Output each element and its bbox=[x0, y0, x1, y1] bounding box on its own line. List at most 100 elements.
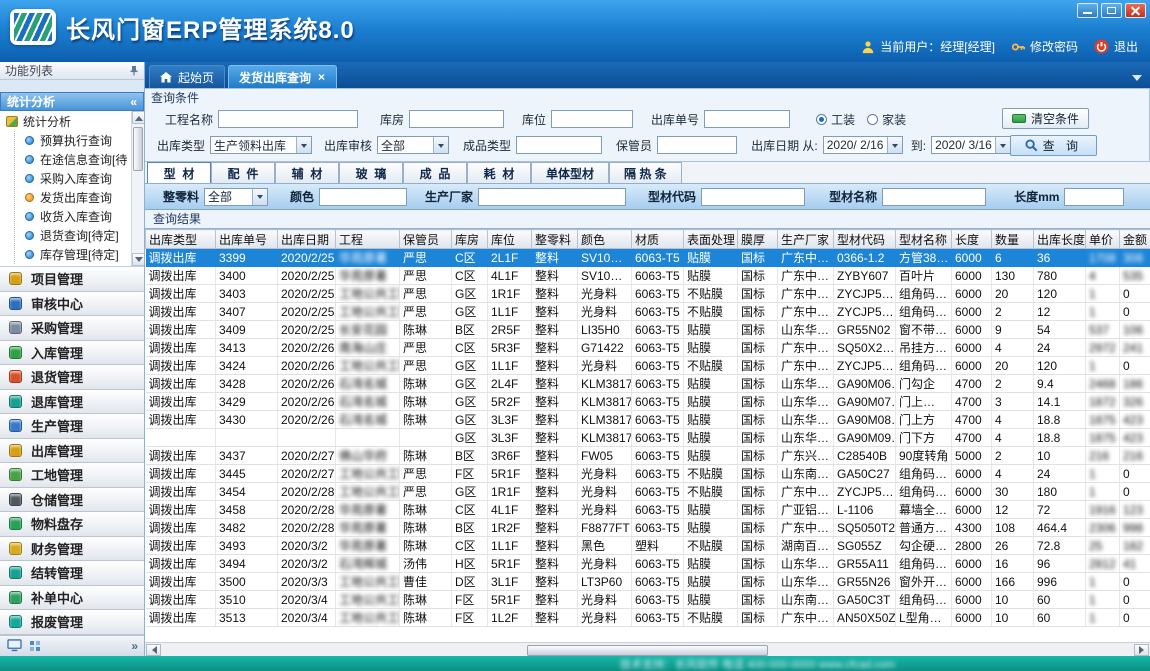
warehouse-input[interactable] bbox=[409, 110, 504, 128]
accordion-item[interactable]: 审核中心 bbox=[0, 292, 144, 317]
accordion-item[interactable]: 工地管理 bbox=[0, 463, 144, 488]
column-header[interactable]: 数量 bbox=[992, 230, 1034, 249]
table-row[interactable]: 调拨出库34002020/2/25华苑原著严思C区4L1F整料SV10…6063… bbox=[146, 267, 1150, 285]
column-header[interactable]: 库位 bbox=[488, 230, 532, 249]
accordion-item[interactable]: 报废管理 bbox=[0, 610, 144, 635]
table-row[interactable]: 调拨出库34302020/2/26石湾名城陈琳G区3L3F整料KLM381760… bbox=[146, 411, 1150, 429]
table-row[interactable]: 调拨出库34372020/2/27佛山华府陈琳B区3R6F整料FW056063-… bbox=[146, 447, 1150, 465]
tree-item[interactable]: 采购入库查询 bbox=[15, 169, 144, 188]
tree-item[interactable]: 收货入库查询 bbox=[15, 207, 144, 226]
scroll-up-icon[interactable] bbox=[132, 111, 144, 124]
material-tab[interactable]: 配 件 bbox=[211, 162, 275, 183]
accordion-item[interactable]: 补单中心 bbox=[0, 586, 144, 611]
table-row[interactable]: 调拨出库34242020/2/26工地公共工程严思G区1L1F整料光身料6063… bbox=[146, 357, 1150, 375]
radio-industrial[interactable]: 工装 bbox=[816, 111, 855, 128]
table-row[interactable]: 调拨出库35132020/3/4工地公共工程陈琳F区1L2F整料光身料6063-… bbox=[146, 609, 1150, 627]
tree-scrollbar[interactable] bbox=[131, 111, 144, 266]
project-name-input[interactable] bbox=[218, 110, 358, 128]
table-row[interactable]: 调拨出库34932020/3/2华苑原著陈琳C区1L1F整料黑色塑料不贴膜国标湖… bbox=[146, 537, 1150, 555]
tab-close-icon[interactable]: × bbox=[317, 71, 326, 83]
table-row[interactable]: 调拨出库35002020/3/3工地公共工程曹佳D区3L1F整料LT3P6060… bbox=[146, 573, 1150, 591]
outbound-type-select[interactable]: 生产领料出库 bbox=[210, 136, 312, 154]
pin-icon[interactable] bbox=[129, 65, 139, 76]
table-row[interactable]: 调拨出库35102020/3/4工地公共工程陈琳F区5R1F整料光身料6063-… bbox=[146, 591, 1150, 609]
tab-shipment-outbound-query[interactable]: 发货出库查询 × bbox=[228, 65, 337, 88]
tree-item[interactable]: 退货查询[待定] bbox=[15, 226, 144, 245]
column-header[interactable]: 工程 bbox=[336, 230, 400, 249]
location-input[interactable] bbox=[551, 110, 633, 128]
maximize-button[interactable] bbox=[1101, 3, 1122, 18]
query-button[interactable]: 查 询 bbox=[1010, 135, 1097, 156]
whole-part-select[interactable]: 全部 bbox=[204, 188, 268, 206]
profile-code-input[interactable] bbox=[701, 188, 805, 206]
table-row[interactable]: 调拨出库34292020/2/26石湾名城陈琳G区5R2F整料KLM381760… bbox=[146, 393, 1150, 411]
accordion-item[interactable]: 生产管理 bbox=[0, 414, 144, 439]
keeper-input[interactable] bbox=[657, 136, 737, 154]
table-row[interactable]: 调拨出库34132020/2/26南海山庄严思C区5R3F整料G71422606… bbox=[146, 339, 1150, 357]
material-tab[interactable]: 隔 热 条 bbox=[609, 162, 682, 183]
column-header[interactable]: 型材代码 bbox=[834, 230, 896, 249]
radio-home[interactable]: 家装 bbox=[867, 111, 906, 128]
accordion-item[interactable]: 仓储管理 bbox=[0, 488, 144, 513]
date-to-picker[interactable]: 2020/ 3/16 bbox=[931, 136, 1011, 154]
tree-item[interactable]: 预算执行查询 bbox=[15, 131, 144, 150]
clear-conditions-button[interactable]: 清空条件 bbox=[1002, 108, 1089, 129]
table-row[interactable]: 调拨出库34822020/2/28华苑原著陈琳B区1R2F整料F8877FT60… bbox=[146, 519, 1150, 537]
hscroll-thumb[interactable] bbox=[527, 645, 768, 656]
material-tab[interactable]: 辅 材 bbox=[275, 162, 339, 183]
tree-scrollbar-thumb[interactable] bbox=[133, 127, 143, 171]
column-header[interactable]: 出库日期 bbox=[278, 230, 336, 249]
tree-item[interactable]: 在途信息查询[待 bbox=[15, 150, 144, 169]
monitor-icon[interactable] bbox=[7, 639, 22, 652]
material-tab[interactable]: 型 材 bbox=[147, 162, 211, 183]
order-no-input[interactable] bbox=[704, 110, 790, 128]
column-header[interactable]: 生产厂家 bbox=[778, 230, 834, 249]
product-type-input[interactable] bbox=[516, 136, 602, 154]
table-row[interactable]: G区3L3F整料KLM38176063-T5贴膜国标山东华…GA90M09…门下… bbox=[146, 429, 1150, 447]
column-header[interactable]: 库房 bbox=[452, 230, 488, 249]
table-row[interactable]: 调拨出库34032020/2/25工地公共工程严思G区1R1F整料光身料6063… bbox=[146, 285, 1150, 303]
column-header[interactable]: 出库单号 bbox=[216, 230, 278, 249]
accordion-item[interactable]: 结转管理 bbox=[0, 561, 144, 586]
table-row[interactable]: 调拨出库34072020/2/25工地公共工程严思G区1L1F整料光身料6063… bbox=[146, 303, 1150, 321]
grid-icon[interactable] bbox=[29, 640, 41, 652]
column-header[interactable]: 出库长度 bbox=[1034, 230, 1086, 249]
material-tab[interactable]: 单体型材 bbox=[531, 162, 609, 183]
table-row[interactable]: 调拨出库34542020/2/28工地公共工程严思G区1R1F整料光身料6063… bbox=[146, 483, 1150, 501]
horizontal-scrollbar[interactable] bbox=[145, 642, 1150, 656]
logout-button[interactable]: 退出 bbox=[1094, 38, 1138, 55]
scroll-down-icon[interactable] bbox=[132, 253, 144, 266]
table-row[interactable]: 调拨出库34282020/2/26石湾名城陈琳G区2L4F整料KLM381760… bbox=[146, 375, 1150, 393]
table-row[interactable]: 调拨出库34092020/2/25长安花园陈琳B区2R5F整料LI35H0606… bbox=[146, 321, 1150, 339]
scroll-left-icon[interactable] bbox=[146, 644, 161, 656]
table-row[interactable]: 调拨出库34942020/3/2石湾辉城汤伟H区5R1F整料光身料6063-T5… bbox=[146, 555, 1150, 573]
accordion-item[interactable]: 出库管理 bbox=[0, 439, 144, 464]
minimize-button[interactable] bbox=[1077, 3, 1098, 18]
accordion-item[interactable]: 项目管理 bbox=[0, 267, 144, 292]
close-button[interactable] bbox=[1125, 3, 1146, 18]
accordion-item[interactable]: 入库管理 bbox=[0, 341, 144, 366]
table-row[interactable]: 调拨出库33992020/2/25华苑原著严思C区2L1F整料SV10…6063… bbox=[146, 249, 1150, 267]
table-row[interactable]: 调拨出库34582020/2/28华苑原著陈琳C区4L1F整料光身料6063-T… bbox=[146, 501, 1150, 519]
column-header[interactable]: 型材名称 bbox=[896, 230, 952, 249]
column-header[interactable]: 保管员 bbox=[400, 230, 452, 249]
accordion-item[interactable]: 退库管理 bbox=[0, 390, 144, 415]
tree-item[interactable]: 库存管理[待定] bbox=[15, 245, 144, 264]
column-header[interactable]: 单价 bbox=[1086, 230, 1120, 249]
column-header[interactable]: 表面处理 bbox=[684, 230, 738, 249]
column-header[interactable]: 整零料 bbox=[532, 230, 578, 249]
date-from-picker[interactable]: 2020/ 2/16 bbox=[823, 136, 903, 154]
tab-start-page[interactable]: 起始页 bbox=[149, 65, 225, 88]
column-header[interactable]: 材质 bbox=[632, 230, 684, 249]
column-header[interactable]: 金额 bbox=[1120, 230, 1150, 249]
table-row[interactable]: 调拨出库34452020/2/27工地公共工程严思F区5R1F整料光身料6063… bbox=[146, 465, 1150, 483]
accordion-item[interactable]: 财务管理 bbox=[0, 537, 144, 562]
tree-item[interactable]: 发货出库查询 bbox=[15, 188, 144, 207]
column-header[interactable]: 出库类型 bbox=[146, 230, 216, 249]
color-input[interactable] bbox=[319, 188, 407, 206]
sidebar-section-header[interactable]: 统计分析 « bbox=[0, 92, 144, 111]
dock-overflow-icon[interactable]: » bbox=[131, 639, 137, 653]
material-tab[interactable]: 玻 璃 bbox=[339, 162, 403, 183]
column-header[interactable]: 颜色 bbox=[578, 230, 632, 249]
collapse-icon[interactable]: « bbox=[130, 95, 137, 109]
